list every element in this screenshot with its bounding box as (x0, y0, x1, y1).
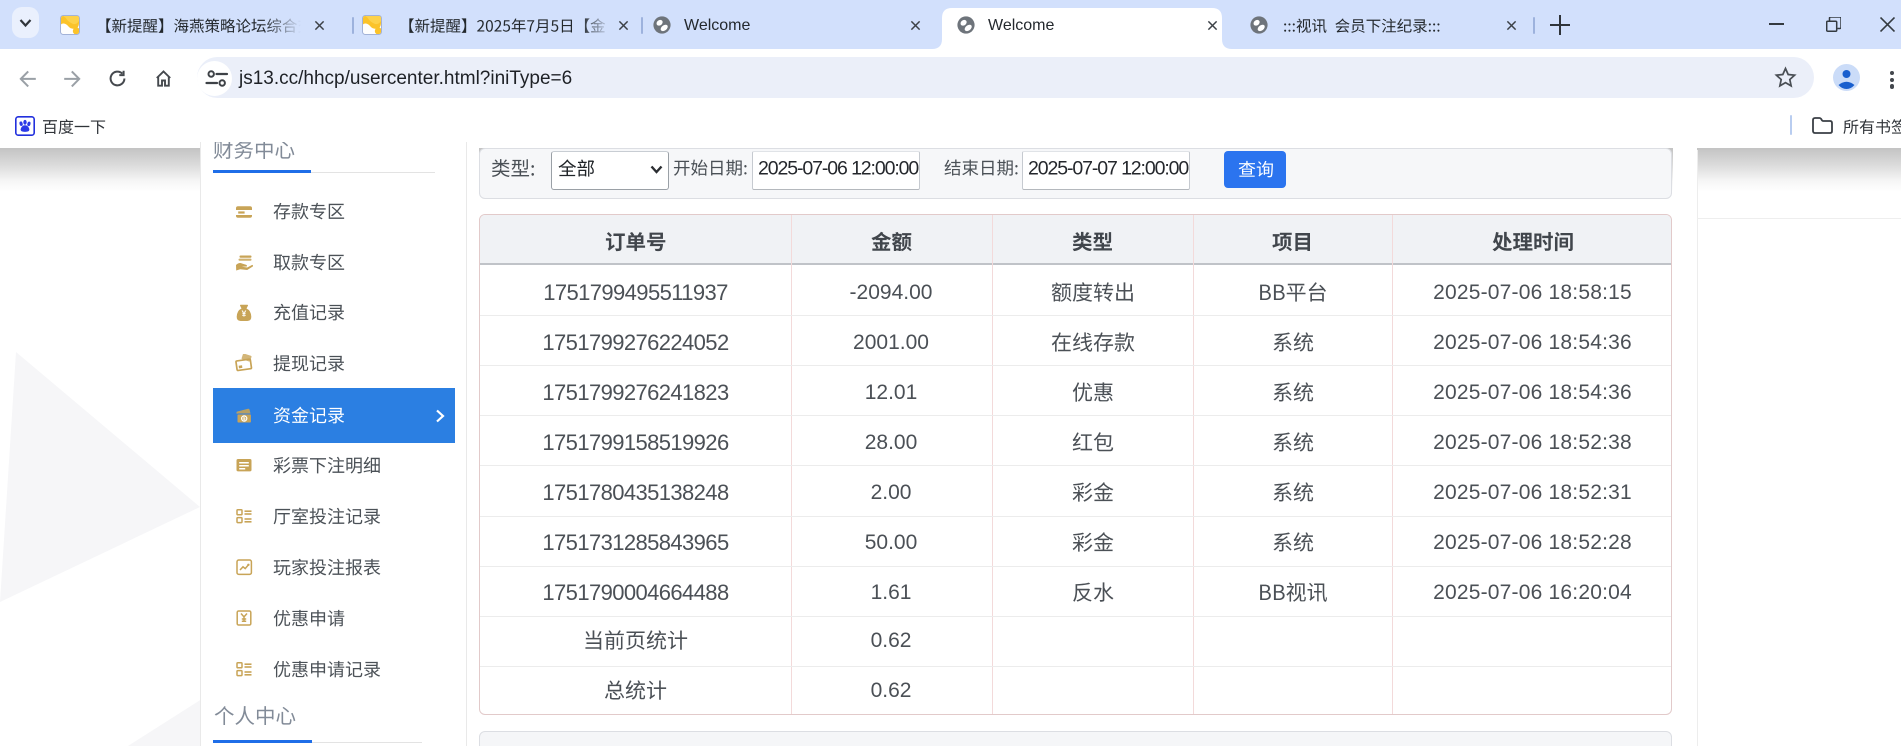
svg-text:¥: ¥ (242, 308, 247, 318)
